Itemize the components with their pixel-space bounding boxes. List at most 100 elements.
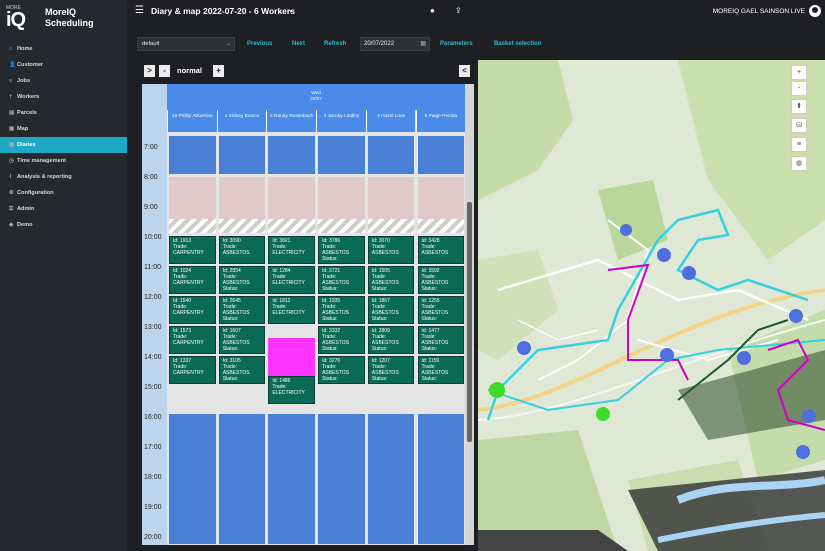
appointment-card[interactable]: Id: 1159 Trade: ASBESTOS Status: [417,356,465,384]
view-select[interactable]: default ⌄ [137,37,235,51]
break-slot[interactable] [268,219,316,233]
basket-selection-button[interactable]: Basket selection [494,41,541,47]
export-icon[interactable]: ⇪ [455,6,462,15]
appointment-card[interactable]: Id: 2809 Trade: ASBESTOS Status: [367,326,415,354]
break-slot[interactable] [169,219,216,233]
available-slot[interactable] [218,136,266,174]
appointment-card[interactable]: Id: 1573 Trade: CARPENTRY [169,326,216,354]
available-slot[interactable] [268,136,316,174]
appointment-card[interactable]: Id: 1207 Trade: ASBESTOS Status: [367,356,415,384]
appointment-card[interactable]: Id: 1607 Trade: ASBESTOS Status: [218,326,266,354]
appointment-card[interactable]: Id: 3276 Trade: ASBESTOS Status: [318,356,365,384]
appointment-card[interactable]: Id: 2854 Trade: ASBESTOS Status: [218,266,266,294]
appointment-card[interactable]: Id: 1540 Trade: CARPENTRY [169,296,216,324]
appointment-card[interactable]: Id: 3821 Trade: ELECTRICITY [268,236,316,264]
sidebar-item-analysis-reporting[interactable]: ⌇ Analysis & reporting [0,169,127,185]
break-slot[interactable] [318,219,365,233]
map-zoom-out-button[interactable]: - [791,81,807,96]
available-slot[interactable] [268,414,316,544]
appointment-card[interactable]: Id: 1812 Trade: ELECTRICITY [268,296,316,324]
worker-header[interactable]: 46 Phillip Abbertine [167,110,217,132]
worker-header[interactable]: 4 Hazel Love [365,110,416,132]
appointment-card[interactable]: Id: 1867 Trade: ASBESTOS Status: [367,296,415,324]
lunch-slot[interactable] [268,177,316,219]
worker-header[interactable]: 2 Randy Rosenbach [266,110,317,132]
break-slot[interactable] [367,219,415,233]
appointment-card[interactable]: Id: 1337 Trade: CARPENTRY [169,356,216,384]
sidebar-item-home[interactable]: ⌂ Home [0,41,127,57]
available-slot[interactable] [367,414,415,544]
break-slot[interactable] [218,219,266,233]
next-button[interactable]: Next [292,41,305,47]
sidebar-item-jobs[interactable]: ≡ Jobs [0,73,127,89]
appointment-card[interactable]: Id: 3090 Trade: ASBESTOS [218,236,266,264]
record-icon[interactable]: ● [430,6,435,15]
appointment-card[interactable]: Id: 3721 Trade: ASBESTOS Status: [318,266,365,294]
calendar-icon[interactable]: ▦ [420,40,426,47]
available-slot[interactable] [218,414,266,544]
appointment-card[interactable]: Id: 1284 Trade: ELECTRICITY [268,266,316,294]
available-slot[interactable] [417,414,465,544]
available-slot[interactable] [318,136,365,174]
appointment-card[interactable]: Id: 1477 Trade: ASBESTOS Status: [417,326,465,354]
avatar[interactable] [809,5,821,17]
available-slot[interactable] [169,136,216,174]
previous-button[interactable]: Previous [247,41,272,47]
sidebar-item-configuration[interactable]: ⚙ Configuration [0,185,127,201]
menu-icon[interactable]: ☰ [135,5,144,16]
appointment-card[interactable]: Id: 1913 Trade: CARPENTRY [169,236,216,264]
sidebar-item-time-management[interactable]: ◷ Time management [0,153,127,169]
available-slot[interactable] [318,414,365,544]
sidebar-item-diaries[interactable]: ▦ Diaries [0,137,127,153]
lunch-slot[interactable] [218,177,266,219]
available-slot[interactable] [169,414,216,544]
worker-header[interactable]: 5 Paige Penola [415,110,466,132]
sidebar-item-customer[interactable]: 👤Customer [0,57,127,73]
appointment-card[interactable]: Id: 1024 Trade: CARPENTRY [169,266,216,294]
sidebar-item-label: Customer [17,62,44,68]
appointment-card[interactable]: Id: 3428 Trade: ASBESTOS [417,236,465,264]
lunch-slot[interactable] [417,177,465,219]
collapse-button[interactable]: < [459,65,470,77]
appointment-card[interactable]: Id: 3332 Trade: ASBESTOS Status: [318,326,365,354]
appointment-card[interactable]: Id: 1255 Trade: ASBESTOS Status: [417,296,465,324]
map-canvas[interactable] [478,60,825,551]
appointment-card[interactable]: Id: 1505 Trade: ASBESTOS Status: [367,266,415,294]
appointment-card[interactable]: Id: 1935 Trade: ASBESTOS Status: [318,296,365,324]
appointment-card[interactable]: Id: 1486 Trade: ELECTRICITY [268,376,316,404]
scrollbar-thumb[interactable] [467,202,472,442]
diary-scrollbar[interactable] [465,84,474,545]
available-slot[interactable] [367,136,415,174]
map[interactable]: + - ⬆ ⛁ ≡ ◍ [478,60,825,551]
parameters-button[interactable]: Parameters [440,41,473,47]
break-slot[interactable] [417,219,465,233]
lunch-slot[interactable] [318,177,365,219]
sidebar-item-demo[interactable]: ◆ Demo [0,217,127,233]
add-button[interactable]: + [213,65,224,77]
worker-header[interactable]: 3 Jacoby Lindley [316,110,366,132]
appointment-card[interactable]: Id: 3786 Trade: ASBESTOS Status: [318,236,365,264]
sidebar-item-admin[interactable]: ⚿ Admin [0,201,127,217]
appointment-card[interactable]: Id: 3070 Trade: ASBESTOS [367,236,415,264]
available-slot[interactable] [417,136,465,174]
compass-icon[interactable]: ⬆ [791,99,807,114]
worker-header[interactable]: 1 Sidney Eunice [216,110,267,132]
appointment-card[interactable]: Id: 2645 Trade: ASBESTOS Status: [218,296,266,324]
map-zoom-in-button[interactable]: + [791,65,807,80]
appointment-card[interactable]: Id: 3105 Trade: ASBESTOS Status: [218,356,266,384]
zoom-out-button[interactable]: - [159,65,170,77]
lunch-slot[interactable] [169,177,216,219]
date-field[interactable]: 20/07/2022 ▦ [360,37,430,51]
layers-icon[interactable]: ⛁ [791,118,807,133]
lunch-slot[interactable] [367,177,415,219]
sidebar-item-workers[interactable]: † Workers [0,89,127,105]
list-icon[interactable]: ≡ [791,137,807,152]
chevron-down-icon[interactable]: ⌄ [287,4,295,15]
sidebar-item-parcels[interactable]: ▤ Parcels [0,105,127,121]
zoom-in-button[interactable]: > [144,65,155,77]
refresh-button[interactable]: Refresh [324,41,346,47]
globe-icon[interactable]: ◍ [791,156,807,171]
user-name[interactable]: MOREIQ GAEL SAINSON LIVE [713,8,805,15]
sidebar-item-map[interactable]: ▣ Map [0,121,127,137]
appointment-card[interactable]: Id: 1592 Trade: ASBESTOS Status: [417,266,465,294]
